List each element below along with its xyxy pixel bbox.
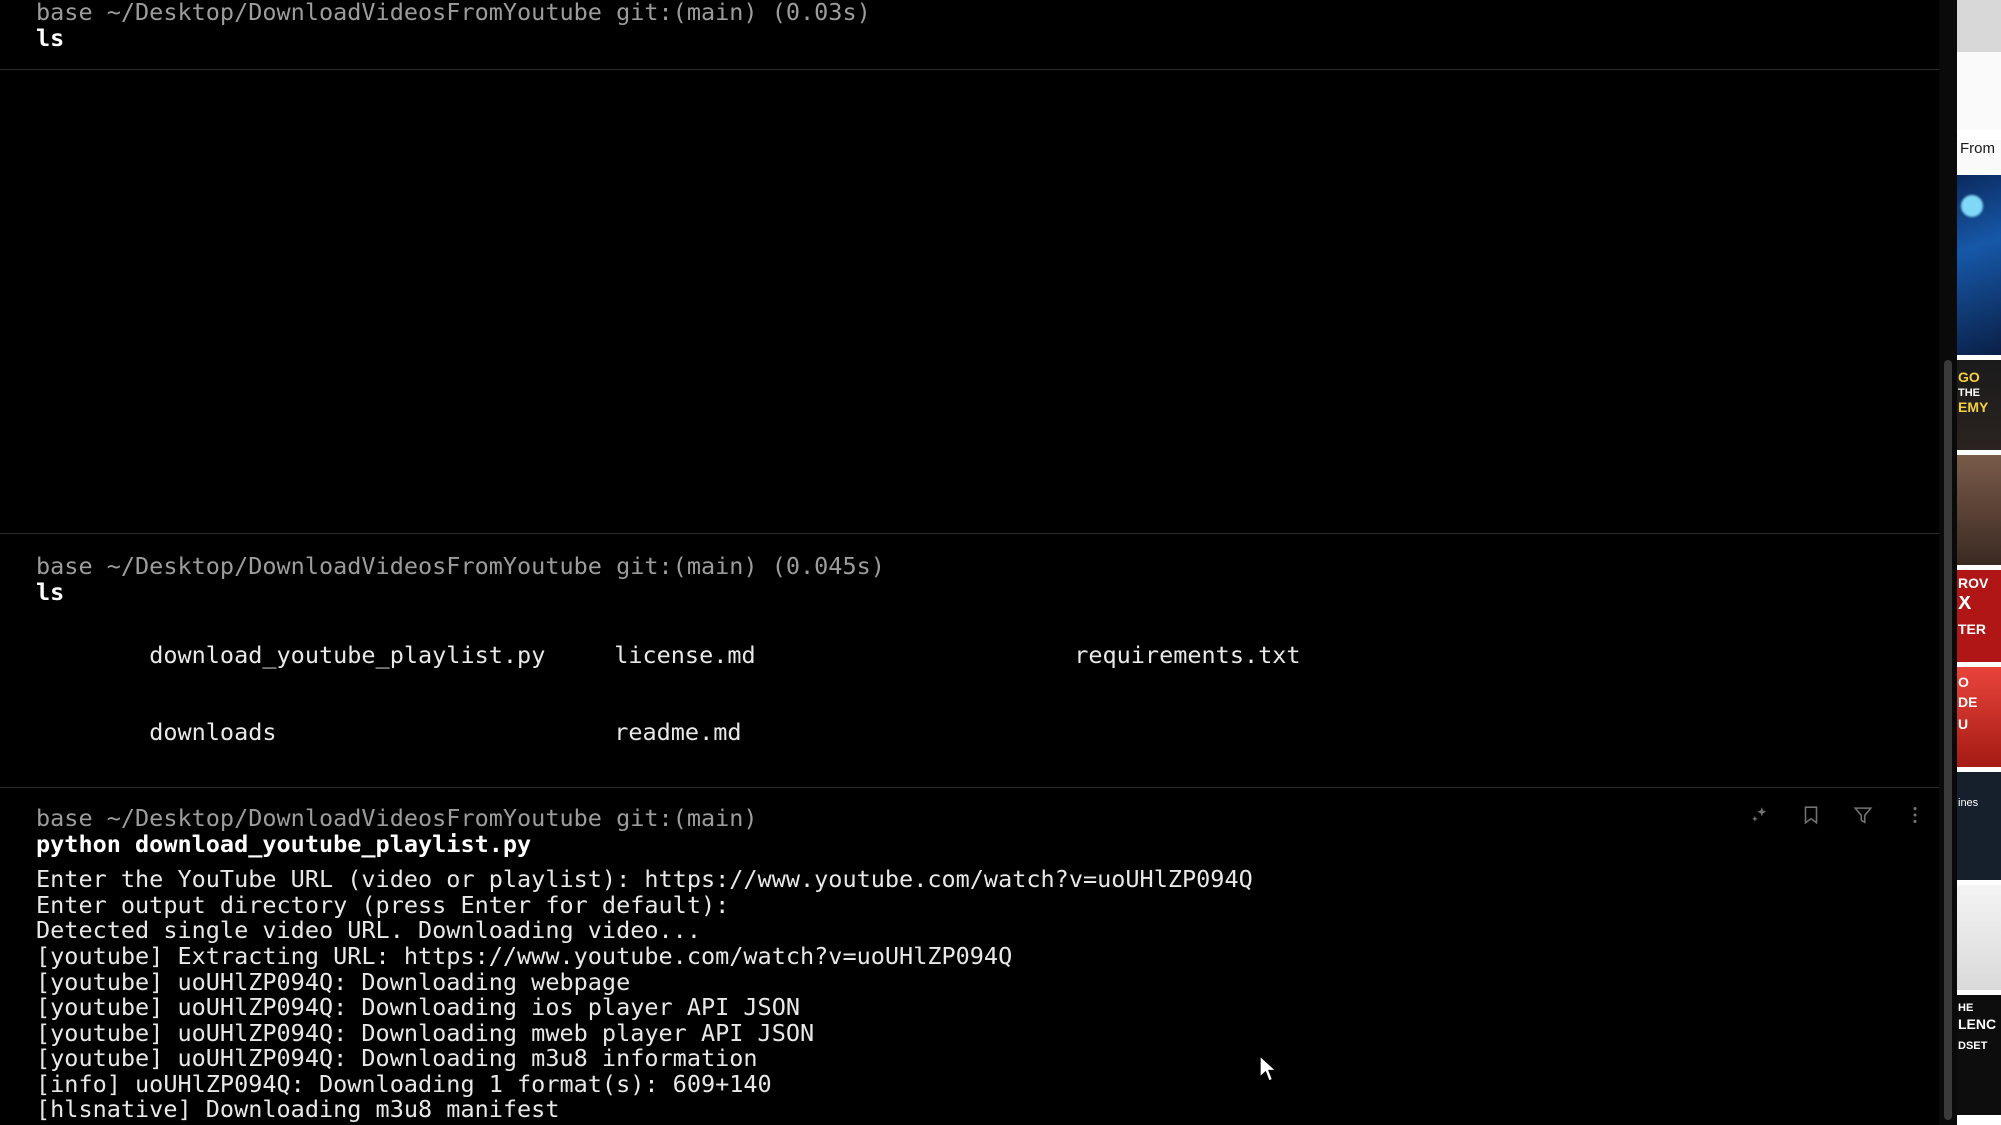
browser-window-strip[interactable]: From GO THE EMY ROV X TER O DE U ines HE… — [1939, 0, 2001, 1125]
command-line-2: ls — [36, 577, 65, 606]
output-line: [youtube] uoUHlZP094Q: Downloading ios p… — [36, 993, 801, 1022]
scrollbar-thumb[interactable] — [1944, 360, 1952, 1120]
silence-mindset-thumbnail[interactable]: HE LENC DSET — [1957, 995, 2001, 1115]
terminal-block-1[interactable]: base ~/Desktop/DownloadVideosFromYoutube… — [0, 0, 1950, 69]
output-line: [youtube] uoUHlZP094Q: Downloading mweb … — [36, 1018, 815, 1047]
output-line: [info] uoUHlZP094Q: Downloading 1 format… — [36, 1069, 772, 1098]
output-line: Enter output directory (press Enter for … — [36, 890, 730, 919]
prompt-line-3: base ~/Desktop/DownloadVideosFromYoutube… — [36, 803, 758, 832]
screen: base ~/Desktop/DownloadVideosFromYoutube… — [0, 0, 2001, 1125]
browser-chrome — [1957, 0, 2001, 52]
file-name: downloads — [149, 717, 277, 746]
prompt-line-2: base ~/Desktop/DownloadVideosFromYoutube… — [36, 552, 885, 581]
file-name: readme.md — [614, 717, 742, 746]
file-name: requirements.txt — [1074, 640, 1301, 669]
file-list-row: download_youtube_playlist.py license.md re… — [0, 617, 1950, 694]
prov-x-ter-thumbnail[interactable]: ROV X TER — [1957, 570, 2001, 662]
file-name: download_youtube_playlist.py — [149, 640, 546, 669]
command-line-1: ls — [36, 23, 65, 52]
file-name: license.md — [614, 640, 756, 669]
terminal-block-2[interactable]: base ~/Desktop/DownloadVideosFromYoutube… — [0, 534, 1950, 787]
block-toolbar[interactable] — [1748, 802, 1926, 828]
terminal-scrollbar[interactable] — [1939, 0, 1957, 1125]
command-line-3: python download_youtube_playlist.py — [36, 829, 532, 858]
block-1-empty-output — [0, 51, 1950, 69]
terminal-blank-region — [0, 70, 1950, 533]
terminal-block-3[interactable]: base ~/Desktop/DownloadVideosFromYoutube… — [0, 788, 1950, 1125]
output-line: Enter the YouTube URL (video or playlist… — [36, 865, 1253, 894]
light-thumbnail[interactable] — [1957, 885, 2001, 990]
cloud-tech-thumbnail[interactable] — [1957, 175, 2001, 355]
lines-thumbnail[interactable]: ines — [1957, 772, 2001, 880]
filter-icon[interactable] — [1852, 804, 1874, 826]
browser-partial-label: From — [1957, 140, 2001, 170]
person-thumbnail[interactable] — [1957, 455, 2001, 565]
output-line: Detected single video URL. Downloading v… — [36, 916, 701, 945]
file-list-row: downloads readme.md — [0, 694, 1950, 771]
ai-sparkle-icon[interactable] — [1748, 804, 1770, 826]
output-line: [hlsnative] Downloading m3u8 manifest — [36, 1095, 560, 1124]
bookmark-icon[interactable] — [1800, 804, 1822, 826]
browser-content-top — [1957, 52, 2001, 130]
more-options-icon[interactable] — [1904, 804, 1926, 826]
red-guide-thumbnail[interactable]: O DE U — [1957, 667, 2001, 767]
output-line: [youtube] uoUHlZP094Q: Downloading m3u8 … — [36, 1044, 758, 1073]
terminal-window[interactable]: base ~/Desktop/DownloadVideosFromYoutube… — [0, 0, 1950, 1125]
browser-page[interactable]: From GO THE EMY ROV X TER O DE U ines HE… — [1957, 0, 2001, 1125]
prompt-line-1: base ~/Desktop/DownloadVideosFromYoutube… — [36, 0, 871, 26]
output-line: [youtube] uoUHlZP094Q: Downloading webpa… — [36, 967, 631, 996]
output-line: [youtube] Extracting URL: https://www.yo… — [36, 941, 1013, 970]
go-the-academy-thumbnail[interactable]: GO THE EMY — [1957, 360, 2001, 450]
